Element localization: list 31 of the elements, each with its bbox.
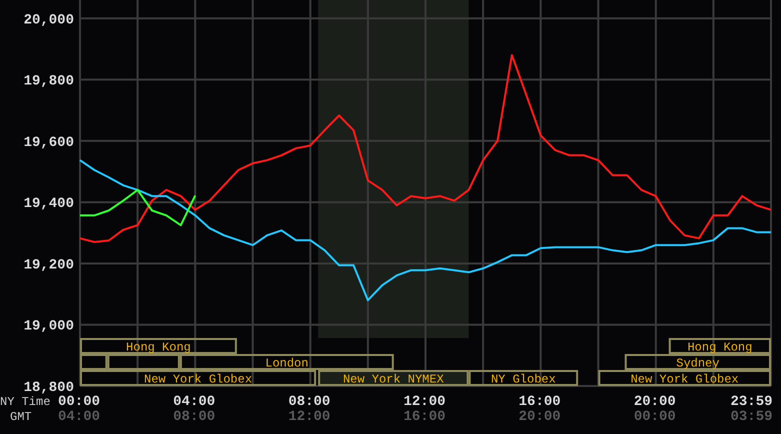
y-axis-label: 20,000 xyxy=(24,12,74,28)
gmt-time-label: 16:00 xyxy=(404,409,446,425)
session-bar: New York Globex xyxy=(80,370,316,386)
session-bar: New York NYMEX xyxy=(318,370,469,386)
session-bar: NY Globex xyxy=(468,370,578,386)
time-label: 00:00 xyxy=(58,394,100,410)
y-axis-label: 19,800 xyxy=(24,74,74,90)
time-label: 04:00 xyxy=(173,394,216,410)
y-axis-label: 19,000 xyxy=(24,318,74,335)
gmt-time-label: 03:59 xyxy=(730,409,773,425)
session-bar: New York Globex xyxy=(598,370,771,386)
gmt-time-label: 20:00 xyxy=(518,409,561,425)
axis-title: NY Time xyxy=(0,395,50,409)
y-axis-label: 18,800 xyxy=(24,380,74,396)
time-label: 12:00 xyxy=(404,394,446,410)
time-label: 08:00 xyxy=(288,394,330,410)
gmt-time-label: 12:00 xyxy=(288,409,330,425)
session-bar: Sydney xyxy=(624,354,771,370)
axis-title: GMT xyxy=(10,410,32,424)
time-label: 20:00 xyxy=(634,394,676,410)
gmt-time-label: 04:00 xyxy=(58,409,100,425)
time-label: 23:59 xyxy=(730,394,773,410)
time-label: 16:00 xyxy=(518,394,561,410)
session-bar: London xyxy=(180,354,394,370)
gmt-time-label: 08:00 xyxy=(173,409,216,425)
y-axis-label: 19,600 xyxy=(24,134,74,151)
y-axis-label: 19,400 xyxy=(24,196,74,212)
session-bar: Hong Kong xyxy=(80,338,237,354)
session-bar: Hong Kong xyxy=(668,338,771,354)
y-axis-label: 19,200 xyxy=(24,257,74,274)
gmt-time-label: 00:00 xyxy=(634,409,676,425)
